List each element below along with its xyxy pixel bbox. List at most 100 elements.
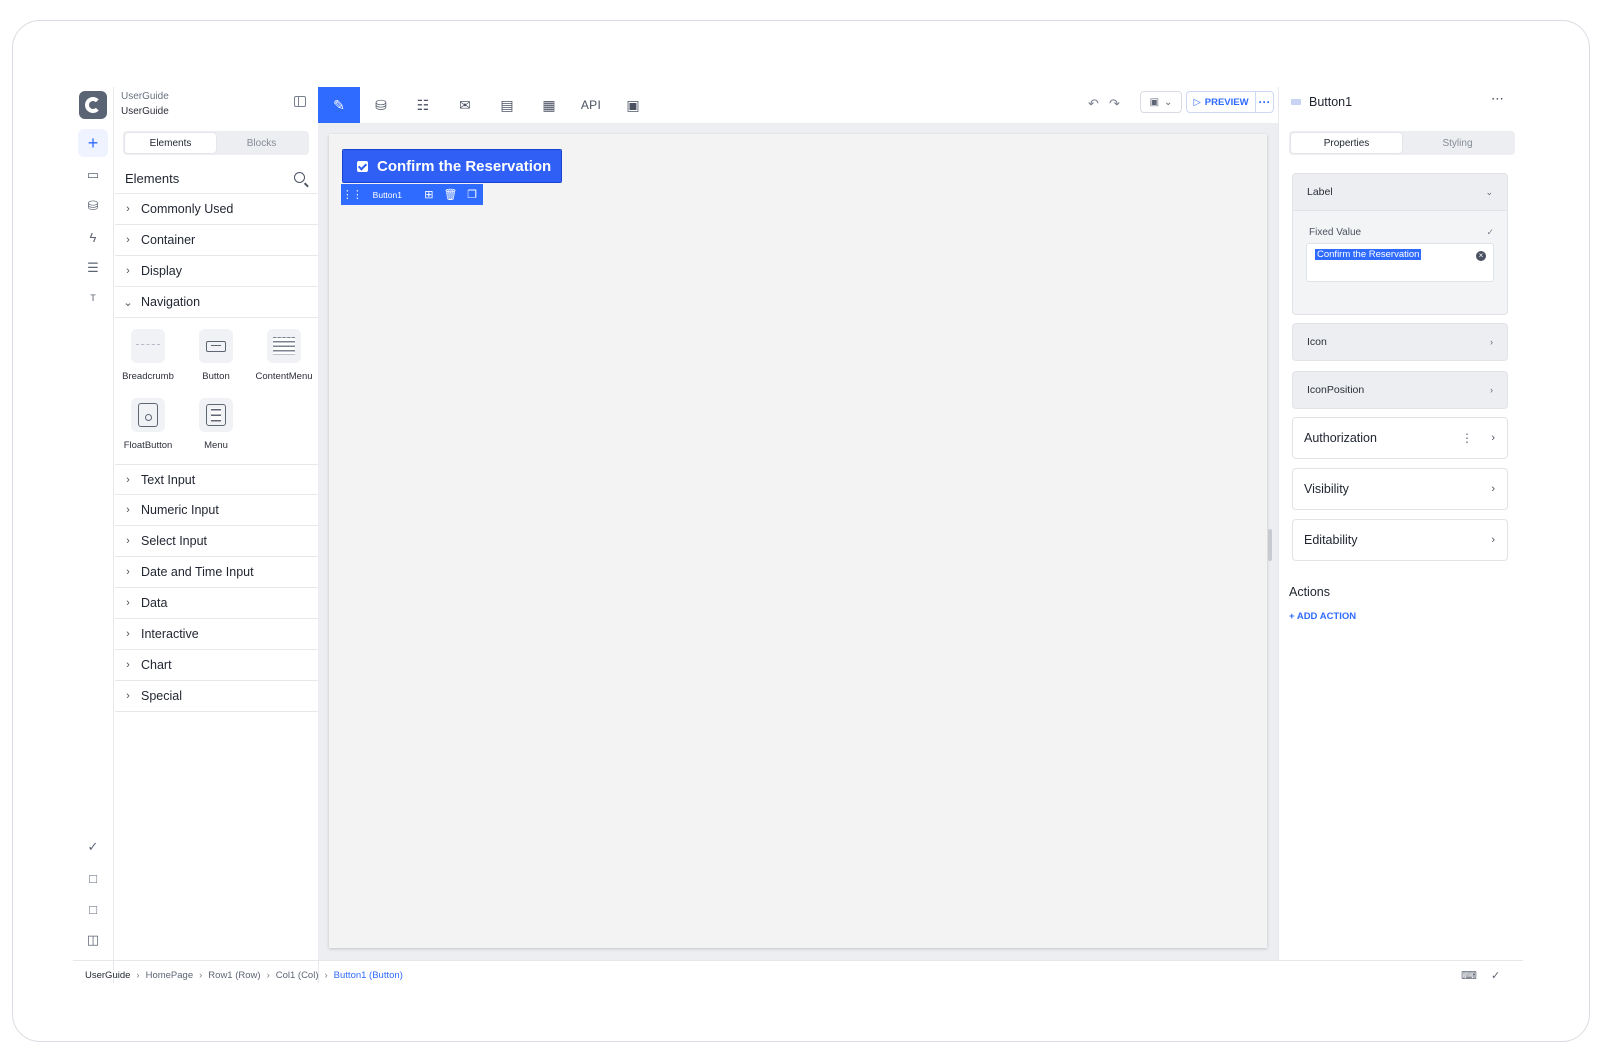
canvas-resize-handle[interactable]	[1268, 529, 1272, 561]
play-icon: ▷	[1193, 96, 1201, 108]
icon-position-section[interactable]: IconPosition ›	[1292, 371, 1508, 409]
kebab-menu-icon[interactable]: ⋮	[1461, 431, 1473, 445]
top-toolbar: ✎ ⛁ ☷ ✉ ▤ ▦ API ▣ ↶ ↷ ▣ ⌄ ▷ PREVIEW ···	[318, 87, 1274, 123]
floatbutton-icon	[131, 398, 165, 432]
section-title: Icon	[1307, 336, 1327, 348]
category-interactive[interactable]: › Interactive	[115, 619, 319, 650]
element-floatbutton[interactable]: FloatButton	[113, 398, 183, 451]
clear-icon[interactable]: ×	[1476, 251, 1486, 261]
tab-elements[interactable]: Elements	[125, 133, 216, 153]
delete-icon[interactable]: 🗑	[440, 188, 462, 201]
book-icon[interactable]: ◫	[83, 930, 103, 950]
page-icon[interactable]: ▭	[83, 165, 103, 185]
lightning-icon[interactable]: ϟ	[83, 227, 103, 247]
search-icon[interactable]	[294, 172, 305, 183]
preview-button[interactable]: ▷ PREVIEW	[1186, 91, 1256, 113]
add-icon[interactable]: ⊞	[418, 188, 440, 201]
chevron-right-icon: ›	[136, 970, 140, 981]
app-name-line1: UserGuide	[121, 91, 169, 102]
chevron-right-icon: ›	[324, 970, 328, 981]
element-button[interactable]: Button	[181, 329, 251, 382]
confirm-reservation-button[interactable]: Confirm the Reservation	[342, 149, 562, 183]
section-title: Editability	[1304, 533, 1358, 547]
label-value-input[interactable]: Confirm the Reservation ×	[1306, 243, 1494, 282]
selection-toolbar: ⋮⋮ Button1 ⊞ 🗑 ❐	[341, 184, 483, 205]
translate-icon[interactable]: ᵀ	[83, 289, 103, 309]
editability-section[interactable]: Editability ›	[1292, 519, 1508, 561]
document-icon[interactable]: ▤	[486, 87, 528, 123]
page-canvas[interactable]: Confirm the Reservation ⋮⋮ Button1 ⊞ 🗑 ❐	[329, 134, 1267, 948]
button-label: Confirm the Reservation	[377, 157, 552, 175]
category-commonly-used[interactable]: › Commonly Used	[115, 194, 319, 225]
category-numeric-input[interactable]: › Numeric Input	[115, 495, 319, 526]
check-double-icon[interactable]: ✓	[1491, 969, 1500, 982]
add-action-link[interactable]: + ADD ACTION	[1289, 611, 1356, 622]
database-icon[interactable]: ⛁	[83, 196, 103, 216]
more-options-button[interactable]: ···	[1256, 91, 1274, 113]
category-label: Special	[141, 689, 182, 703]
properties-tabs: Properties Styling	[1289, 131, 1515, 155]
chevron-right-icon: ›	[199, 970, 203, 981]
checkbox-icon	[357, 160, 368, 172]
keyboard-icon[interactable]: ⌨	[1461, 969, 1477, 982]
app-logo[interactable]	[79, 91, 107, 119]
section-title: Label	[1307, 186, 1333, 198]
breadcrumb-item[interactable]: Col1 (Col)	[276, 970, 319, 981]
pin-icon[interactable]: ✓	[1486, 227, 1494, 238]
category-label: Data	[141, 596, 168, 610]
tab-blocks[interactable]: Blocks	[216, 133, 307, 153]
label-section-header[interactable]: Label ⌄	[1292, 173, 1508, 211]
category-data[interactable]: › Data	[115, 588, 319, 619]
element-contentmenu[interactable]: ContentMenu	[249, 329, 319, 382]
redo-icon[interactable]: ↷	[1109, 96, 1120, 112]
add-icon[interactable]: +	[78, 129, 108, 157]
breadcrumb-icon	[131, 329, 165, 363]
help-icon[interactable]: □	[83, 868, 103, 888]
element-label: Menu	[204, 440, 228, 451]
tab-styling[interactable]: Styling	[1402, 133, 1513, 153]
database-tool-icon[interactable]: ⛁	[360, 87, 402, 123]
tab-properties[interactable]: Properties	[1291, 133, 1402, 153]
breadcrumb-item[interactable]: HomePage	[146, 970, 194, 981]
section-title: IconPosition	[1307, 384, 1365, 396]
category-date-time-input[interactable]: › Date and Time Input	[115, 557, 319, 588]
workflow-icon[interactable]: ☷	[402, 87, 444, 123]
element-menu[interactable]: Menu	[181, 398, 251, 451]
category-navigation[interactable]: ⌄ Navigation	[115, 287, 319, 318]
category-container[interactable]: › Container	[115, 225, 319, 256]
category-display[interactable]: › Display	[115, 256, 319, 287]
section-title: Authorization	[1304, 431, 1377, 445]
category-select-input[interactable]: › Select Input	[115, 526, 319, 557]
element-breadcrumb[interactable]: Breadcrumb	[113, 329, 183, 382]
category-chart[interactable]: › Chart	[115, 650, 319, 681]
selected-component-title: Button1	[1309, 95, 1353, 109]
mail-icon[interactable]: ✉	[444, 87, 486, 123]
device-select[interactable]: ▣ ⌄	[1140, 91, 1182, 113]
list-icon[interactable]: ☰	[83, 258, 103, 278]
selected-element-name: Button1	[372, 189, 402, 200]
screen-settings-icon[interactable]: ▣	[612, 87, 654, 123]
more-icon[interactable]: ⋯	[1491, 91, 1504, 107]
breadcrumb-item[interactable]: UserGuide	[85, 970, 130, 981]
panel-collapse-icon[interactable]	[294, 96, 306, 107]
element-label: Button	[202, 371, 230, 382]
icon-section[interactable]: Icon ›	[1292, 323, 1508, 361]
authorization-section[interactable]: Authorization ⋮ ›	[1292, 417, 1508, 459]
chevron-right-icon: ›	[1491, 483, 1495, 495]
design-edit-icon[interactable]: ✎	[318, 87, 360, 123]
chevron-right-icon: ›	[1490, 385, 1493, 395]
check-double-icon[interactable]: ✓	[83, 837, 103, 857]
breadcrumb-item-current[interactable]: Button1 (Button)	[334, 970, 403, 981]
drag-handle-icon[interactable]: ⋮⋮	[341, 188, 363, 201]
chevron-right-icon: ›	[126, 535, 130, 547]
category-text-input[interactable]: › Text Input	[115, 464, 319, 495]
category-label: Interactive	[141, 627, 199, 641]
category-special[interactable]: › Special	[115, 681, 319, 712]
breadcrumb-item[interactable]: Row1 (Row)	[208, 970, 260, 981]
api-tool[interactable]: API	[570, 87, 612, 123]
copy-icon[interactable]: ❐	[461, 188, 483, 201]
undo-icon[interactable]: ↶	[1088, 96, 1099, 112]
chat-icon[interactable]: □	[83, 899, 103, 919]
visibility-section[interactable]: Visibility ›	[1292, 468, 1508, 510]
calendar-icon[interactable]: ▦	[528, 87, 570, 123]
